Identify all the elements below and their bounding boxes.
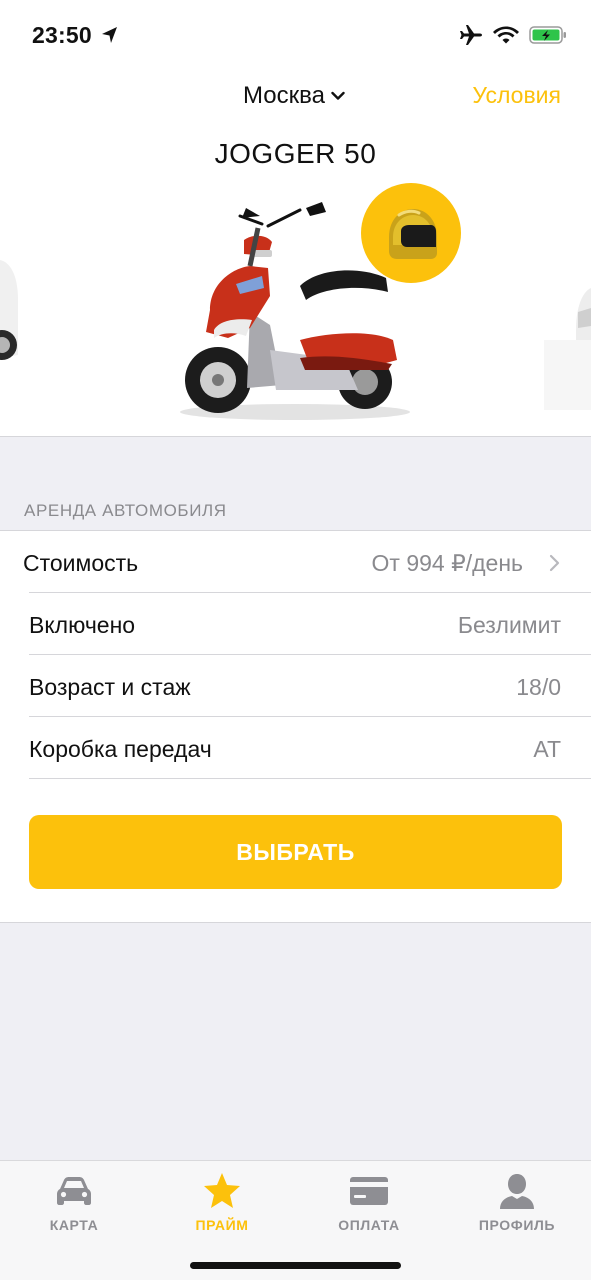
- wifi-icon: [493, 26, 519, 44]
- tab-profile[interactable]: ПРОФИЛЬ: [457, 1171, 577, 1233]
- battery-charging-icon: [529, 26, 566, 44]
- detail-row-included: Включено Безлимит: [0, 593, 591, 655]
- detail-label: Возраст и стаж: [29, 674, 191, 700]
- tab-label: КАРТА: [49, 1217, 99, 1233]
- detail-label: Коробка передач: [29, 736, 212, 762]
- city-name: Москва: [243, 82, 325, 109]
- detail-row-age: Возраст и стаж 18/0: [0, 655, 591, 717]
- previous-vehicle-image[interactable]: [0, 260, 18, 360]
- tab-label: ОПЛАТА: [338, 1217, 400, 1233]
- tab-label: ПРАЙМ: [195, 1217, 249, 1233]
- airplane-icon: [460, 25, 482, 45]
- terms-link[interactable]: Условия: [472, 82, 561, 109]
- location-arrow-icon: [102, 27, 117, 43]
- card-icon: [350, 1177, 388, 1205]
- next-vehicle-image[interactable]: [544, 288, 591, 410]
- star-icon: [204, 1173, 240, 1208]
- car-icon: [57, 1177, 91, 1205]
- helmet-badge: [361, 183, 461, 283]
- detail-label: Включено: [29, 612, 136, 638]
- home-indicator[interactable]: [190, 1262, 401, 1269]
- detail-value: Безлимит: [457, 612, 561, 638]
- tab-prime[interactable]: ПРАЙМ: [162, 1171, 282, 1233]
- detail-value: 18/0: [516, 674, 561, 700]
- details-list: Стоимость От 994 ₽/день Включено Безлими…: [0, 530, 591, 923]
- detail-row-price[interactable]: Стоимость От 994 ₽/день: [0, 531, 591, 593]
- status-icons: [459, 24, 567, 46]
- city-selector[interactable]: Москва: [243, 82, 345, 110]
- vehicle-model-title: JOGGER 50: [214, 138, 377, 169]
- chevron-right-icon: [549, 554, 560, 572]
- tab-payment[interactable]: ОПЛАТА: [309, 1171, 429, 1233]
- status-time: 23:50: [32, 22, 92, 48]
- detail-row-transmission: Коробка передач AT: [0, 717, 591, 779]
- helmet-icon: [389, 209, 437, 259]
- status-bar: 23:50: [0, 0, 591, 70]
- select-button[interactable]: ВЫБРАТЬ: [29, 815, 562, 889]
- vehicle-header: Москва Условия JOGGER 50: [0, 70, 591, 437]
- chevron-down-icon: [331, 91, 345, 100]
- detail-value: От 994 ₽/день: [371, 550, 524, 576]
- tab-label: ПРОФИЛЬ: [478, 1217, 556, 1233]
- divider: [29, 778, 591, 779]
- vehicle-carousel[interactable]: [0, 180, 591, 430]
- tab-map[interactable]: КАРТА: [14, 1171, 134, 1233]
- detail-value: AT: [533, 736, 561, 762]
- person-icon: [500, 1174, 534, 1209]
- detail-label: Стоимость: [23, 550, 139, 576]
- section-title: АРЕНДА АВТОМОБИЛЯ: [24, 501, 227, 520]
